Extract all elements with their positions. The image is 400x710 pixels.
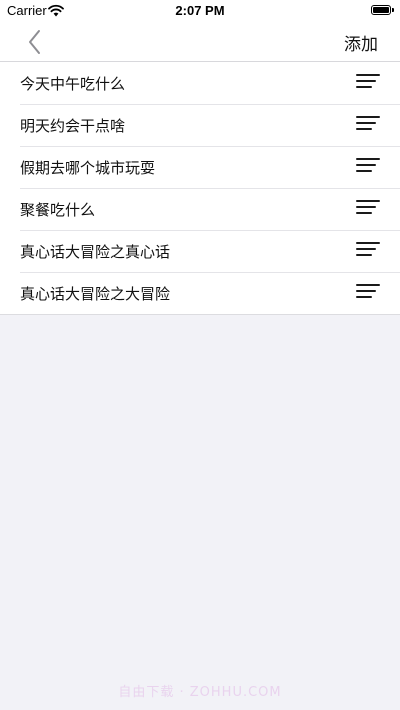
reorder-icon[interactable]: [356, 283, 380, 303]
list-item-label: 真心话大冒险之真心话: [20, 243, 171, 261]
reorder-icon[interactable]: [356, 241, 380, 261]
list-item[interactable]: 今天中午吃什么: [0, 62, 400, 104]
battery-level: [373, 7, 389, 13]
navigation-bar: 添加: [0, 22, 400, 62]
list-item-label: 聚餐吃什么: [20, 201, 96, 219]
reorder-icon[interactable]: [356, 115, 380, 135]
list-item[interactable]: 假期去哪个城市玩耍: [0, 146, 400, 188]
list-item-label: 今天中午吃什么: [20, 75, 126, 93]
reorder-icon[interactable]: [356, 199, 380, 219]
list-item-label: 明天约会干点啥: [20, 117, 126, 135]
list-item[interactable]: 真心话大冒险之真心话: [0, 230, 400, 272]
status-bar: Carrier 2:07 PM: [0, 0, 400, 22]
add-button[interactable]: 添加: [344, 30, 378, 55]
list-item-label: 真心话大冒险之大冒险: [20, 285, 171, 303]
list-item[interactable]: 真心话大冒险之大冒险: [0, 272, 400, 314]
battery-tip: [392, 8, 394, 12]
list-item-label: 假期去哪个城市玩耍: [20, 159, 156, 177]
clock-time: 2:07 PM: [175, 3, 225, 18]
item-list: 今天中午吃什么 明天约会干点啥 假期去哪个城市玩耍 聚餐吃什么 真心话大冒险之真…: [0, 62, 400, 315]
reorder-icon[interactable]: [356, 157, 380, 177]
chevron-left-icon[interactable]: [22, 28, 48, 56]
watermark-text: 自由下载 · ZOHHU.COM: [118, 685, 282, 700]
list-item[interactable]: 聚餐吃什么: [0, 188, 400, 230]
battery-icon: [371, 5, 391, 15]
list-item[interactable]: 明天约会干点啥: [0, 104, 400, 146]
reorder-icon[interactable]: [356, 73, 380, 93]
